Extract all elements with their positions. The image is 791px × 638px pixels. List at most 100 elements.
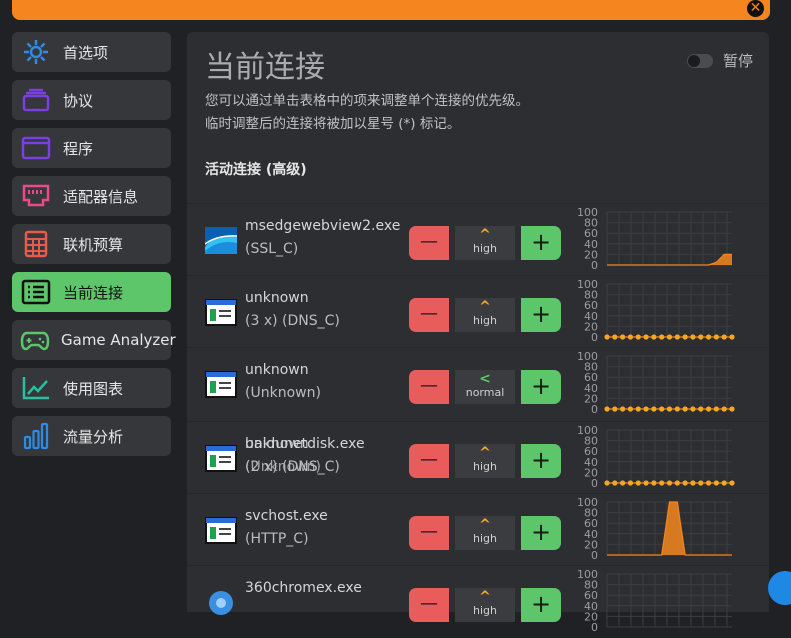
sidebar-item[interactable]: 流量分析 (12, 416, 171, 456)
y-tick-label: 0 (591, 621, 598, 634)
increase-priority-button[interactable]: + (521, 370, 561, 404)
data-point (604, 406, 610, 412)
decrease-priority-button[interactable]: — (409, 588, 449, 622)
chevron-up-icon: ^ (479, 589, 491, 605)
data-point (620, 406, 626, 412)
sidebar-item[interactable]: Game Analyzer (12, 320, 176, 360)
decrease-priority-button[interactable]: — (409, 370, 449, 404)
decrease-priority-button[interactable]: — (409, 444, 449, 478)
data-point (698, 406, 704, 412)
connection-row[interactable]: 360chromex.exe — ^ high +100 80 60 40 20 0 (187, 565, 769, 638)
decrease-priority-button[interactable]: — (409, 226, 449, 260)
sidebar-item[interactable]: 程序 (12, 128, 171, 168)
bar-chart-icon (20, 422, 52, 450)
sidebar-item-label: 当前连接 (63, 283, 124, 302)
protocol-detail-overlay: (Unknown) (245, 459, 321, 475)
y-tick-label: 0 (591, 549, 598, 562)
chevron-left-icon: < (479, 371, 491, 387)
decrease-priority-button[interactable]: — (409, 298, 449, 332)
increase-priority-button[interactable]: + (521, 226, 561, 260)
data-point (620, 480, 626, 486)
connection-traffic-chart: 100 80 60 40 20 0 (575, 352, 735, 416)
sidebar-item[interactable]: 协议 (12, 80, 171, 120)
data-point (627, 480, 634, 486)
stack-icon (20, 86, 52, 114)
data-point (635, 480, 641, 486)
data-point (612, 334, 618, 340)
protocol-detail: (HTTP_C) (245, 531, 309, 547)
app-window-icon (205, 445, 237, 472)
data-point (674, 480, 680, 486)
gamepad-icon (20, 326, 50, 354)
sidebar: 首选项协议程序适配器信息联机预算当前连接 Game Analyzer 使用图表流量分… (12, 32, 176, 464)
data-point (651, 406, 657, 412)
decrease-priority-button[interactable]: — (409, 516, 449, 550)
data-point (698, 480, 704, 486)
connection-row[interactable]: unknown (3 x) (DNS_C) — ^ high +100 80 60 40 20 0 (187, 275, 769, 348)
data-point (620, 334, 626, 340)
calculator-icon (20, 230, 52, 258)
data-point (729, 480, 735, 486)
toggle-switch[interactable] (686, 53, 713, 68)
data-point (659, 480, 665, 486)
sidebar-item[interactable]: 当前连接 (12, 272, 171, 312)
increase-priority-button[interactable]: + (521, 444, 561, 478)
chevron-up-icon: ^ (479, 227, 491, 243)
data-point (627, 334, 634, 340)
priority-indicator[interactable]: < normal (455, 370, 515, 404)
expand-button[interactable] (768, 571, 791, 605)
increase-priority-button[interactable]: + (521, 298, 561, 332)
priority-indicator[interactable]: ^ high (455, 588, 515, 622)
sidebar-item[interactable]: 首选项 (12, 32, 171, 72)
data-point (705, 480, 712, 486)
traffic-chart: 100806040200 (577, 280, 735, 344)
connection-row[interactable]: msedgewebview2.exe (SSL_C) — ^ high +100 80 60 4… (187, 203, 769, 276)
sidebar-item-label: 协议 (63, 91, 94, 110)
traffic-chart: 100806040200 (577, 426, 735, 490)
priority-indicator[interactable]: ^ high (455, 298, 515, 332)
traffic-chart: 100806040200 (577, 352, 735, 416)
data-point (604, 334, 610, 340)
chevron-up-icon: ^ (479, 517, 491, 533)
chevron-up-icon: ^ (479, 299, 491, 315)
sidebar-item[interactable]: 联机预算 (12, 224, 171, 264)
line-chart-icon (20, 374, 52, 402)
sidebar-item-label: 首选项 (63, 43, 109, 62)
connection-row[interactable]: baidunetdisk.exe (2 x) (DNS_C) unknown (Unk… (187, 421, 769, 494)
pause-label: 暂停 (722, 52, 753, 70)
pause-toggle[interactable]: 暂停 (686, 50, 753, 71)
priority-label: normal (465, 386, 505, 399)
connection-row[interactable]: unknown (Unknown) — < normal +100 80 60 40 20 0 (187, 347, 769, 420)
description-line: 临时调整后的连接将被加以星号 (*) 标记。 (205, 116, 461, 132)
traffic-chart: 100806040200 (577, 570, 732, 634)
increase-priority-button[interactable]: + (521, 588, 561, 622)
sidebar-item-label: 适配器信息 (63, 187, 139, 206)
data-point (651, 480, 657, 486)
priority-label: high (473, 242, 497, 255)
priority-indicator[interactable]: ^ high (455, 516, 515, 550)
data-point (666, 334, 673, 340)
process-name: msedgewebview2.exe (245, 218, 401, 234)
top-banner: ✕ (12, 0, 770, 20)
app-window-icon (205, 299, 237, 326)
sidebar-item[interactable]: 使用图表 (12, 368, 171, 408)
connection-row[interactable]: svchost.exe (HTTP_C) — ^ high +100 80 60 40 20 0 (187, 493, 769, 566)
data-point (682, 334, 688, 340)
protocol-detail: (SSL_C) (245, 241, 299, 257)
protocol-detail: (Unknown) (245, 385, 321, 401)
chrome-icon (205, 589, 237, 616)
sidebar-item-label: 使用图表 (63, 379, 124, 398)
increase-priority-button[interactable]: + (521, 516, 561, 550)
process-name: unknown (245, 290, 309, 306)
data-point (690, 480, 696, 486)
traffic-chart: 100806040200 (577, 208, 732, 272)
close-icon[interactable]: ✕ (747, 0, 764, 17)
connection-traffic-chart: 100 80 60 40 20 0 (575, 498, 735, 562)
sidebar-item[interactable]: 适配器信息 (12, 176, 171, 216)
data-point (635, 406, 641, 412)
window-icon (20, 134, 52, 162)
priority-indicator[interactable]: ^ high (455, 444, 515, 478)
section-title: 活动连接 (高级) (205, 162, 307, 178)
data-point (721, 406, 727, 412)
priority-indicator[interactable]: ^ high (455, 226, 515, 260)
